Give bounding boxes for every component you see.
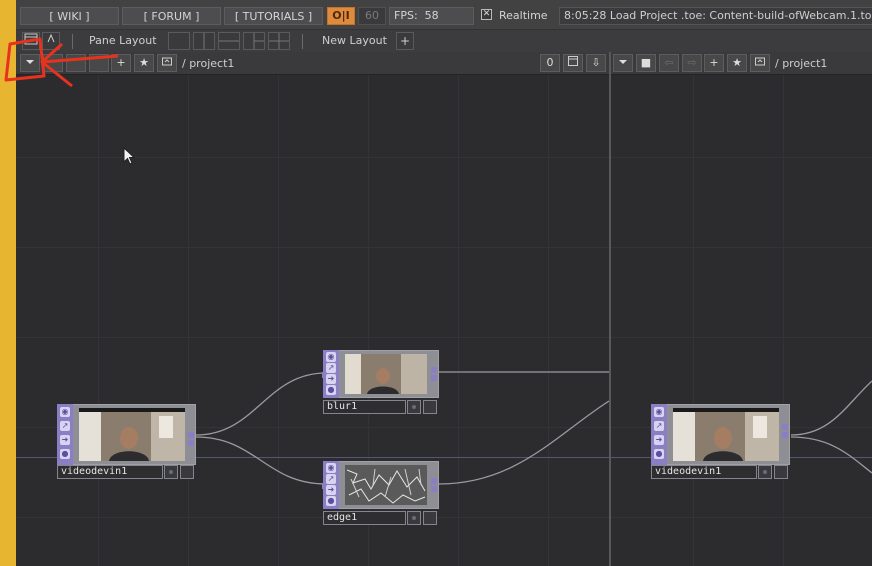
tutorials-button[interactable]: [ TUTORIALS ]: [224, 7, 323, 25]
output-connector[interactable]: [431, 478, 437, 484]
edge1-node[interactable]: ◉ ↗ ➜ ●: [322, 461, 439, 509]
output-connector[interactable]: [431, 375, 437, 381]
node-render-flag[interactable]: [423, 511, 437, 525]
arrow-right-icon[interactable]: ⇨: [682, 54, 702, 72]
node-render-flag[interactable]: [180, 465, 194, 479]
viewer-icon[interactable]: ◉: [654, 407, 664, 417]
bypass-icon[interactable]: ↗: [326, 474, 336, 484]
top-menu-bar: [ WIKI ] [ FORUM ] [ TUTORIALS ] O|I 60 …: [16, 0, 872, 29]
pane-layout-toolbar: Pane Layout New Layout +: [16, 29, 872, 53]
blur-preview-image: [345, 354, 427, 394]
bypass-icon[interactable]: ↗: [60, 421, 70, 431]
star-icon[interactable]: ★: [727, 54, 747, 72]
output-connector[interactable]: [431, 367, 437, 373]
node-name-label[interactable]: videodevin1: [651, 465, 757, 479]
cook-icon[interactable]: ➜: [60, 435, 70, 445]
node-flags: ◉ ↗ ➜ ●: [651, 404, 667, 465]
layout-quad-button[interactable]: [268, 32, 290, 50]
status-message: 8:05:28 Load Project .toe: Content-build…: [559, 7, 872, 25]
wire-videodevin-edge: [195, 436, 327, 485]
layout-single-button[interactable]: [168, 32, 190, 50]
viewer-icon[interactable]: ◉: [60, 407, 70, 417]
bypass-icon[interactable]: ↗: [654, 421, 664, 431]
home-icon[interactable]: [750, 54, 770, 72]
node-flags: ◉ ↗ ➜ ●: [57, 404, 73, 465]
output-connector[interactable]: [188, 432, 194, 438]
layout-three-pane-button[interactable]: [243, 32, 265, 50]
wire-out-bottom: [790, 436, 872, 474]
arrow-down-icon[interactable]: ⇩: [586, 54, 606, 72]
cook-icon[interactable]: ➜: [326, 485, 336, 495]
cook-icon[interactable]: ➜: [654, 435, 664, 445]
wire-videodevin-blur: [195, 372, 327, 436]
wire-out-top: [790, 380, 872, 436]
output-connector[interactable]: [782, 424, 788, 430]
node-display-flag[interactable]: [164, 465, 178, 479]
plus-icon[interactable]: +: [396, 32, 414, 50]
viewer-icon[interactable]: ◉: [326, 352, 336, 362]
node-render-flag[interactable]: [423, 400, 437, 414]
right-network-editor[interactable]: [611, 75, 872, 566]
node-flags: ◉ ↗ ➜ ●: [323, 461, 339, 509]
cook-icon[interactable]: ➜: [326, 374, 336, 384]
red-annotation-icon: [4, 37, 119, 88]
oi-toggle-button[interactable]: O|I: [327, 7, 355, 25]
bypass-icon[interactable]: ↗: [326, 363, 336, 373]
separator: [302, 34, 303, 49]
frame-rate-button[interactable]: 60: [358, 7, 386, 25]
lock-icon[interactable]: ●: [326, 496, 336, 506]
fps-label: FPS:: [394, 9, 418, 22]
realtime-checkbox[interactable]: ✕: [481, 9, 492, 20]
realtime-label: Realtime: [499, 9, 548, 22]
node-name-label[interactable]: blur1: [323, 400, 406, 414]
blur1-node[interactable]: ◉ ↗ ➜ ●: [322, 350, 439, 398]
videodevin1-node[interactable]: ◉ ↗ ➜ ●: [57, 404, 196, 465]
arrow-left-icon[interactable]: ⇦: [659, 54, 679, 72]
videodevin1-node[interactable]: ◉ ↗ ➜ ●: [651, 404, 790, 465]
stop-icon[interactable]: ■: [636, 54, 656, 72]
wire-layer: [195, 371, 609, 485]
node-render-flag[interactable]: [774, 465, 788, 479]
forum-button[interactable]: [ FORUM ]: [122, 7, 221, 25]
node-display-flag[interactable]: [407, 511, 421, 525]
plus-icon[interactable]: +: [704, 54, 724, 72]
node-display-flag[interactable]: [758, 465, 772, 479]
node-name-label[interactable]: videodevin1: [57, 465, 163, 479]
left-network-editor[interactable]: [16, 75, 609, 566]
lock-icon[interactable]: ●: [60, 449, 70, 459]
webcam-preview-image: [79, 408, 185, 461]
output-connector[interactable]: [188, 440, 194, 446]
new-layout-label: New Layout: [322, 34, 387, 47]
home-icon[interactable]: [157, 54, 177, 72]
wire-edge-out: [438, 400, 609, 485]
node-display-flag[interactable]: [407, 400, 421, 414]
fps-value: 58: [424, 9, 439, 22]
node-flags: ◉ ↗ ➜ ●: [323, 350, 339, 398]
wire-layer: [790, 380, 872, 474]
zero-button[interactable]: 0: [540, 54, 560, 72]
layout-split-vertical-button[interactable]: [193, 32, 215, 50]
node-name-label[interactable]: edge1: [323, 511, 406, 525]
network-path[interactable]: / project1: [775, 57, 827, 70]
edge-preview-image: [345, 465, 427, 505]
window-icon[interactable]: [563, 54, 583, 72]
fps-display: FPS: 58: [389, 7, 474, 25]
mouse-cursor-icon: [123, 147, 136, 165]
viewer-icon[interactable]: ◉: [326, 463, 336, 473]
pane-divider[interactable]: [609, 52, 611, 566]
layout-split-horizontal-button[interactable]: [218, 32, 240, 50]
lock-icon[interactable]: ●: [326, 385, 336, 395]
network-path[interactable]: / project1: [182, 57, 234, 70]
webcam-preview-image: [673, 408, 779, 461]
wiki-button[interactable]: [ WIKI ]: [20, 7, 119, 25]
output-connector[interactable]: [431, 486, 437, 492]
star-icon[interactable]: ★: [134, 54, 154, 72]
chevron-down-icon[interactable]: [613, 54, 633, 72]
lock-icon[interactable]: ●: [654, 449, 664, 459]
right-pane-toolbar: ■ ⇦ ⇨ + ★ / project1: [611, 52, 872, 75]
output-connector[interactable]: [782, 432, 788, 438]
